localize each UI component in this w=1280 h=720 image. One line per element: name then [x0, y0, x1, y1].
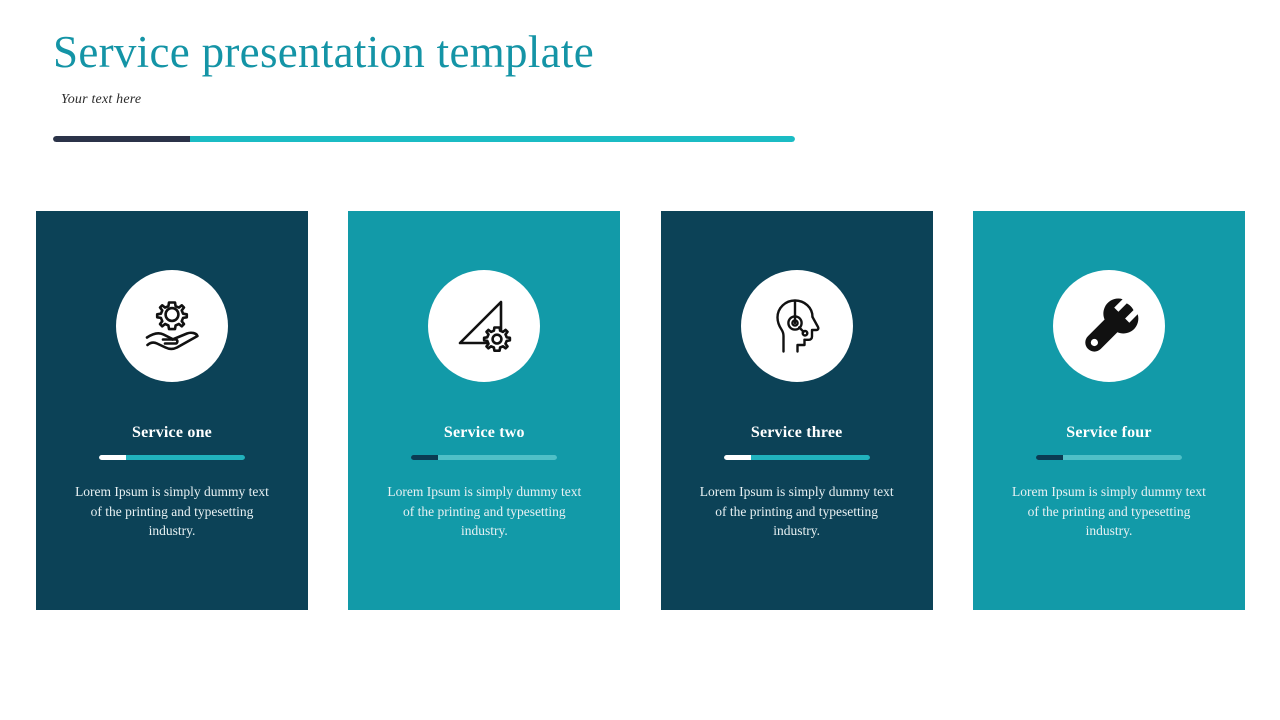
wrench-icon: [1052, 270, 1165, 382]
service-card-body: Lorem Ipsum is simply dummy text of the …: [75, 484, 269, 539]
service-card-progress-bar: [1035, 455, 1182, 460]
progress-track: [438, 455, 558, 460]
service-card-body: Lorem Ipsum is simply dummy text of the …: [1012, 484, 1206, 539]
service-card-title: Service four: [1066, 424, 1152, 441]
service-card-title: Service three: [750, 424, 843, 441]
service-card-one[interactable]: Service one Lorem Ipsum is simply dummy …: [36, 211, 308, 610]
hand-holding-gear-icon: [116, 270, 228, 382]
progress-track: [1062, 455, 1182, 460]
header-divider-bar: [53, 136, 795, 142]
service-card-body: Lorem Ipsum is simply dummy text of the …: [387, 484, 582, 539]
progress-filled-segment: [723, 455, 751, 460]
slide-subtitle: Your text here: [61, 91, 142, 107]
service-card-body: Lorem Ipsum is simply dummy text of the …: [699, 484, 894, 539]
service-card-title: Service two: [443, 424, 525, 441]
progress-filled-segment: [411, 455, 439, 460]
page-title: Service presentation template: [53, 27, 594, 77]
set-square-gear-icon: [428, 270, 541, 382]
header-divider-dark-segment: [53, 136, 190, 142]
progress-filled-segment: [99, 455, 126, 460]
service-card-three[interactable]: Service three Lorem Ipsum is simply dumm…: [660, 211, 933, 610]
headset-support-icon: [740, 270, 853, 382]
header-divider-teal-segment: [190, 136, 795, 142]
service-cards-row: Service one Lorem Ipsum is simply dummy …: [36, 211, 1245, 610]
service-card-progress-bar: [99, 455, 245, 460]
progress-track: [126, 455, 245, 460]
progress-filled-segment: [1035, 455, 1063, 460]
progress-track: [750, 455, 870, 460]
service-card-progress-bar: [723, 455, 870, 460]
service-card-progress-bar: [411, 455, 558, 460]
service-card-four[interactable]: Service four Lorem Ipsum is simply dummy…: [972, 211, 1245, 610]
slide-header: Service presentation template Your text …: [53, 27, 1233, 142]
service-card-two[interactable]: Service two Lorem Ipsum is simply dummy …: [348, 211, 621, 610]
service-card-title: Service one: [132, 424, 212, 441]
